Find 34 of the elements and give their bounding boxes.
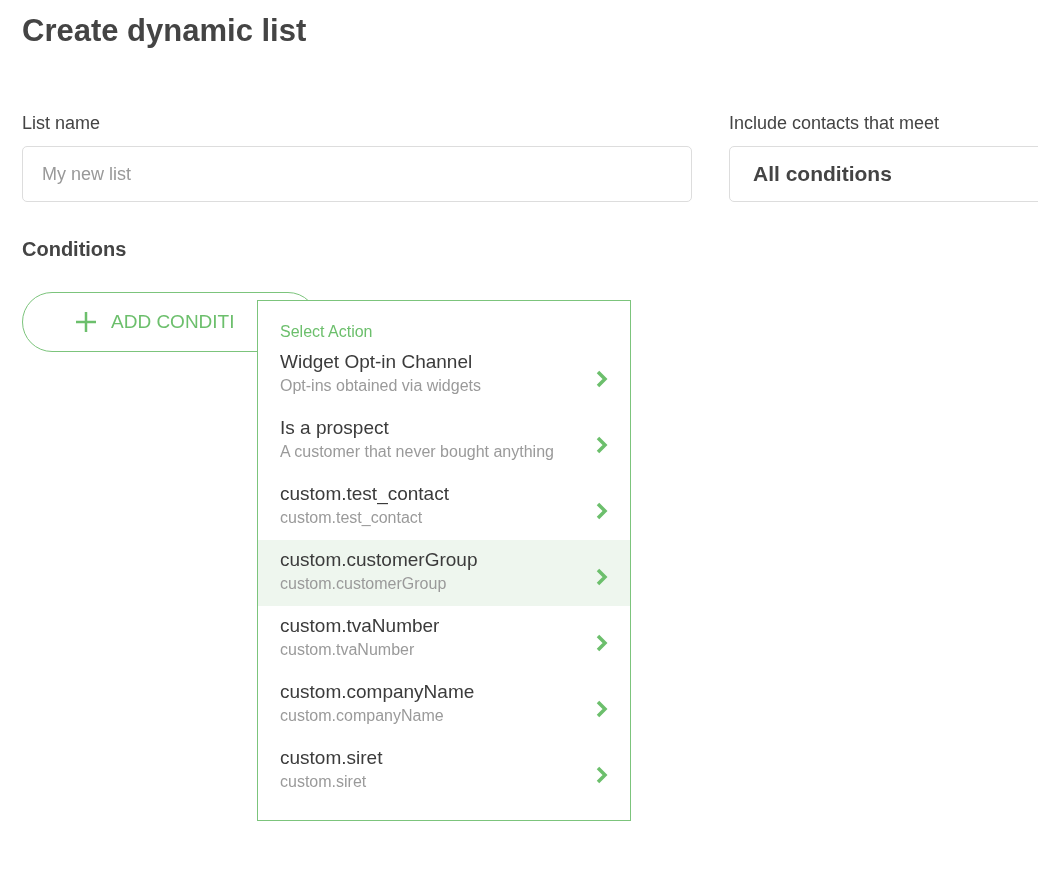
item-subtitle: custom.customerGroup bbox=[280, 574, 448, 594]
item-subtitle: Opt-ins obtained via widgets bbox=[280, 376, 481, 396]
item-subtitle: custom.siret bbox=[280, 772, 368, 792]
conditions-dropdown[interactable]: All conditions bbox=[729, 146, 1038, 202]
menu-item[interactable]: custom.tvaNumber custom.tvaNumber bbox=[258, 606, 630, 672]
item-title: Widget Opt-in Channel bbox=[280, 350, 474, 374]
chevron-right-icon bbox=[596, 502, 608, 520]
item-title: custom.companyName bbox=[280, 680, 475, 704]
page-title: Create dynamic list bbox=[22, 12, 308, 50]
chevron-right-icon bbox=[596, 700, 608, 718]
item-subtitle: custom.tvaNumber bbox=[280, 640, 416, 660]
chevron-right-icon bbox=[596, 766, 608, 784]
menu-item[interactable]: custom.companyName custom.companyName bbox=[258, 672, 630, 738]
item-title: custom.tvaNumber bbox=[280, 614, 440, 638]
item-title: custom.siret bbox=[280, 746, 383, 770]
field-label: List name bbox=[22, 112, 102, 134]
menu-item[interactable]: custom.customerGroup custom.customerGroup bbox=[258, 540, 630, 606]
item-title: custom.test_contact bbox=[280, 482, 449, 506]
item-subtitle: custom.companyName bbox=[280, 706, 445, 726]
item-title: Is a prospect bbox=[280, 416, 390, 440]
chevron-right-icon bbox=[596, 436, 608, 454]
chevron-right-icon bbox=[596, 370, 608, 388]
chevron-right-icon bbox=[596, 568, 608, 586]
item-subtitle: custom.test_contact bbox=[280, 508, 424, 528]
menu-item[interactable]: custom.siret custom.siret bbox=[258, 738, 630, 804]
item-title: custom.customerGroup bbox=[280, 548, 478, 572]
plus-icon bbox=[75, 311, 97, 333]
menu-item[interactable]: Is a prospect A customer that never bought anything bbox=[258, 408, 630, 474]
field-label: Include contacts that meet bbox=[729, 112, 941, 134]
menu-item[interactable]: custom.test_contact custom.test_contact bbox=[258, 474, 630, 540]
list-name-field[interactable]: My new list bbox=[22, 146, 692, 202]
item-subtitle: A customer that never bought anything bbox=[280, 442, 554, 462]
section-heading: Conditions bbox=[22, 237, 128, 262]
chevron-right-icon bbox=[596, 634, 608, 652]
